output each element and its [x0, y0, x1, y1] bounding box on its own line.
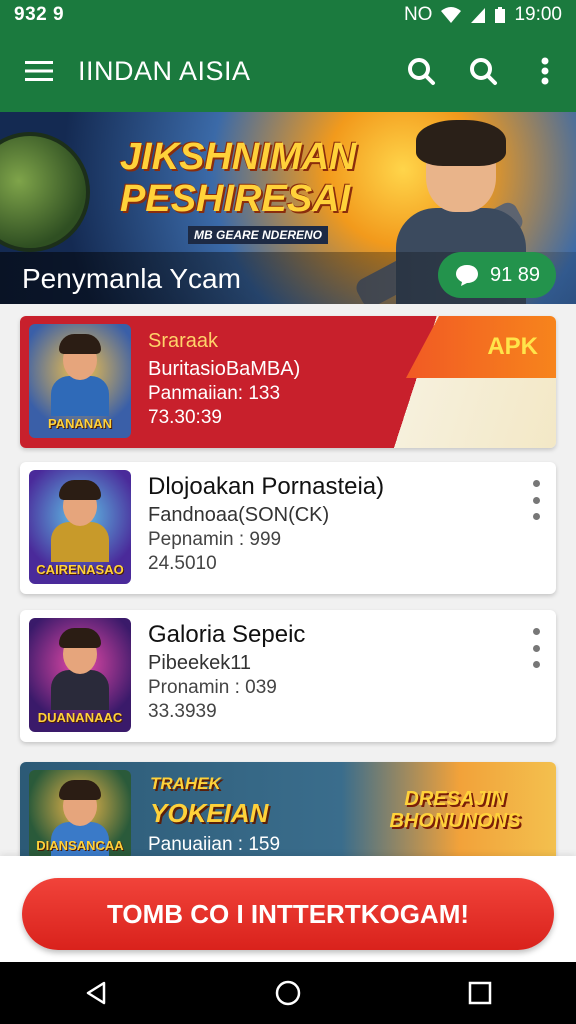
comment-icon [455, 265, 478, 286]
card-more-button[interactable] [524, 628, 548, 668]
card-meta: Panmaiian: 133 [148, 383, 281, 404]
promo-badge: DRESAJIN BHONUNONS [389, 788, 521, 832]
app-bar: IINDAN AISIA [0, 30, 576, 112]
card-category: Sraraak [148, 330, 219, 352]
app-card[interactable]: DUANANAAC Galoria Sepeic Pibeekek11 Pron… [20, 610, 556, 742]
app-title: IINDAN AISIA [78, 55, 251, 86]
card-meta: Pepnamin : 999 [148, 529, 282, 550]
status-bar: 932 9 NO 19:00 [0, 0, 576, 30]
card-subtitle: Fandnoaa(SON(CK) [148, 504, 330, 526]
card-title: Galoria Sepeic [148, 621, 306, 648]
banner-caption: Penymanla Ycam [22, 263, 241, 294]
banner-title-line2: PESHIRESAI [120, 178, 351, 220]
app-thumbnail: DUANANAAC [29, 618, 131, 732]
banner-title: JIKSHNIMAN PESHIRESAI [120, 136, 390, 220]
nav-recents-button[interactable] [445, 962, 515, 1024]
battery-icon [495, 7, 506, 23]
back-icon [86, 981, 106, 1005]
thumb-label: PANANAN [47, 416, 113, 431]
overflow-menu-button[interactable] [514, 30, 576, 112]
card-title: Dlojoakan Pornasteia) [148, 473, 385, 500]
promo-title-line2: YOKEIAN [150, 798, 269, 828]
card-subtitle: Pibeekek11 [148, 652, 252, 674]
promo-title-line1: TRAHEK [150, 774, 221, 793]
promo-card[interactable]: DIANSANCAA TRAHEK YOKEIAN DRESAJIN BHONU… [20, 762, 556, 858]
app-thumbnail: CAIRENASAO [29, 470, 131, 584]
card-meta: Pronamin : 039 [148, 677, 277, 698]
app-thumbnail: PANANAN [29, 324, 131, 438]
promo-title: TRAHEK YOKEIAN [150, 774, 268, 829]
banner-subtitle: MB GEARE NDERENO [188, 226, 329, 244]
search-button-2[interactable] [452, 30, 514, 112]
signal-icon [471, 8, 486, 23]
main-cta-button[interactable]: TOMB CO I INTTERTKOGAM! [22, 878, 554, 950]
menu-button[interactable] [0, 30, 78, 112]
network-label: NO [403, 4, 433, 25]
card-size: 73.30:39 [148, 407, 222, 428]
card-size: 24.5010 [148, 553, 217, 574]
banner-planet-art [0, 132, 90, 252]
promo-meta: Panuaiian : 159 [148, 834, 281, 855]
banner-title-line1: JIKSHNIMAN [120, 136, 357, 178]
thumb-label: DIANSANCAA [36, 838, 124, 853]
promo-thumbnail: DIANSANCAA [29, 770, 131, 858]
card-size: 33.3939 [148, 701, 217, 722]
thumb-label: DUANANAAC [37, 710, 123, 725]
thumb-label: CAIRENASAO [36, 562, 124, 577]
comment-button[interactable]: 91 89 [438, 252, 556, 298]
card-more-button[interactable] [524, 480, 548, 520]
status-time-left: 932 9 [14, 4, 65, 25]
menu-icon [25, 61, 53, 81]
search-button[interactable] [390, 30, 452, 112]
nav-home-button[interactable] [253, 962, 323, 1024]
recents-icon [468, 981, 492, 1005]
wifi-icon [441, 7, 462, 23]
search-icon [470, 58, 497, 85]
system-nav-bar [0, 962, 576, 1024]
search-icon [408, 58, 435, 85]
nav-back-button[interactable] [61, 962, 131, 1024]
home-icon [275, 980, 301, 1006]
app-card-featured[interactable]: PANANAN APK Sraraak BuritasioBaMBA) Panm… [20, 316, 556, 448]
status-clock: 19:00 [514, 4, 562, 25]
comment-count: 91 89 [489, 263, 541, 286]
card-title: BuritasioBaMBA) [148, 358, 301, 380]
status-icons: NO 19:00 [404, 4, 562, 26]
more-vert-icon [541, 57, 549, 85]
app-card[interactable]: CAIRENASAO Dlojoakan Pornasteia) Fandnoa… [20, 462, 556, 594]
